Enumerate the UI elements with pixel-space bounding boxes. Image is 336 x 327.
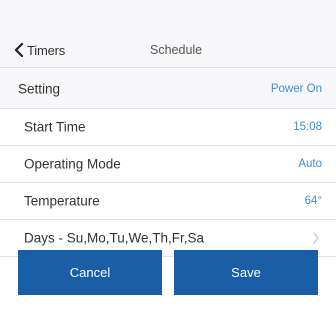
action-buttons: Cancel Save — [18, 250, 318, 295]
operating-mode-row[interactable]: Operating Mode Auto — [0, 146, 336, 183]
page-title: Schedule — [150, 43, 203, 57]
schedule-screen: Timers Schedule Setting Power On Start T… — [0, 0, 336, 327]
setting-label: Setting — [18, 81, 61, 96]
chevron-right-icon — [313, 232, 319, 244]
temperature-value: 64° — [304, 195, 322, 207]
start-time-value: 15:08 — [293, 121, 322, 133]
save-button[interactable]: Save — [174, 250, 318, 295]
navigation-bar: Timers Schedule — [0, 0, 336, 68]
back-label: Timers — [27, 42, 66, 58]
back-button[interactable]: Timers — [14, 40, 65, 60]
operating-mode-value: Auto — [298, 158, 322, 170]
temperature-label: Temperature — [24, 193, 100, 209]
operating-mode-label: Operating Mode — [24, 156, 121, 172]
cancel-button[interactable]: Cancel — [18, 250, 162, 295]
setting-row[interactable]: Setting Power On — [0, 69, 336, 109]
schedule-settings-list: Setting Power On Start Time 15:08 Operat… — [0, 69, 336, 257]
start-time-label: Start Time — [24, 119, 86, 135]
start-time-row[interactable]: Start Time 15:08 — [0, 109, 336, 146]
temperature-row[interactable]: Temperature 64° — [0, 183, 336, 220]
chevron-left-icon — [14, 43, 24, 57]
setting-value: Power On — [270, 82, 322, 95]
days-label: Days - Su,Mo,Tu,We,Th,Fr,Sa — [24, 230, 205, 246]
